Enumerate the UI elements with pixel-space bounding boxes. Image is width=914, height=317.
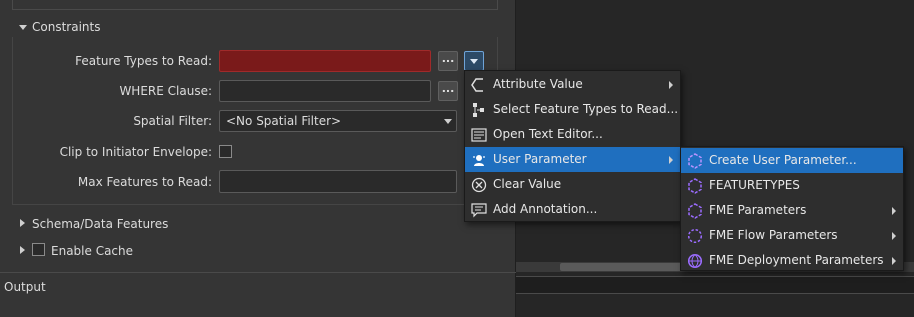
create-parameter-icon bbox=[688, 153, 702, 169]
spatial-filter-select[interactable]: <No Spatial Filter> bbox=[219, 110, 457, 132]
menu-item-clear-value[interactable]: Clear Value bbox=[465, 172, 680, 197]
previous-group-frame bbox=[12, 0, 498, 10]
bottom-panel-strip bbox=[516, 276, 914, 294]
menu-item-label: FME Flow Parameters bbox=[709, 228, 838, 242]
submenu-item-fme-parameters[interactable]: FME Parameters bbox=[681, 198, 903, 223]
submenu-arrow-icon bbox=[669, 81, 673, 89]
menu-item-label: Open Text Editor... bbox=[493, 127, 603, 141]
submenu-item-fme-flow-parameters[interactable]: FME Flow Parameters bbox=[681, 223, 903, 248]
menu-item-label: FEATURETYPES bbox=[709, 178, 800, 192]
menu-item-label: Select Feature Types to Read... bbox=[493, 102, 679, 116]
deployment-parameter-icon bbox=[687, 253, 703, 269]
submenu-arrow-icon bbox=[669, 156, 673, 164]
schema-data-features-header[interactable]: Schema/Data Features bbox=[32, 216, 168, 232]
menu-item-open-text-editor[interactable]: Open Text Editor... bbox=[465, 122, 680, 147]
output-divider bbox=[0, 272, 516, 273]
menu-item-label: FME Parameters bbox=[709, 203, 807, 217]
attribute-value-icon bbox=[471, 78, 483, 92]
feature-types-menu-button[interactable] bbox=[464, 51, 484, 71]
spatial-filter-value: <No Spatial Filter> bbox=[226, 114, 342, 128]
flow-parameter-icon bbox=[687, 228, 703, 244]
annotation-icon bbox=[471, 203, 487, 218]
feature-types-label: Feature Types to Read: bbox=[75, 54, 212, 68]
submenu-item-fme-deployment-parameters[interactable]: FME Deployment Parameters bbox=[681, 248, 903, 273]
menu-item-label: User Parameter bbox=[493, 152, 587, 166]
where-clause-label: WHERE Clause: bbox=[119, 84, 212, 98]
where-clause-field[interactable] bbox=[219, 80, 431, 102]
constraints-header[interactable]: Constraints bbox=[32, 19, 100, 35]
enable-cache-label: Enable Cache bbox=[51, 244, 134, 258]
user-parameter-icon bbox=[473, 155, 485, 166]
constraints-expand-icon[interactable] bbox=[19, 25, 27, 30]
menu-item-add-annotation[interactable]: Add Annotation... bbox=[465, 197, 680, 222]
feature-types-ellipsis-button[interactable]: ... bbox=[438, 51, 458, 71]
clip-envelope-checkbox[interactable] bbox=[219, 145, 232, 158]
parameter-context-menu: Attribute Value Select Feature Types to … bbox=[464, 70, 681, 222]
max-features-field[interactable] bbox=[219, 170, 457, 193]
schema-expand-icon[interactable] bbox=[20, 219, 25, 227]
submenu-arrow-icon bbox=[892, 232, 896, 240]
menu-item-label: Attribute Value bbox=[493, 77, 583, 91]
menu-item-label: Create User Parameter... bbox=[709, 153, 857, 167]
menu-item-attribute-value[interactable]: Attribute Value bbox=[465, 72, 680, 97]
menu-item-label: Clear Value bbox=[493, 177, 562, 191]
parameter-icon bbox=[688, 203, 702, 219]
parameter-icon bbox=[688, 178, 702, 194]
max-features-label: Max Features to Read: bbox=[77, 175, 212, 189]
submenu-arrow-icon bbox=[892, 257, 896, 265]
feature-types-field[interactable] bbox=[219, 50, 431, 72]
text-editor-icon bbox=[471, 128, 487, 142]
select-feature-types-icon bbox=[473, 103, 484, 117]
menu-item-select-feature-types[interactable]: Select Feature Types to Read... bbox=[465, 97, 680, 122]
chevron-down-icon bbox=[470, 59, 478, 64]
menu-item-label: Add Annotation... bbox=[493, 202, 598, 216]
submenu-item-featuretypes[interactable]: FEATURETYPES bbox=[681, 173, 903, 198]
clear-value-icon bbox=[471, 177, 487, 193]
menu-item-label: FME Deployment Parameters bbox=[709, 253, 884, 267]
cache-expand-icon[interactable] bbox=[20, 246, 25, 254]
chevron-down-icon bbox=[444, 119, 452, 124]
enable-cache-checkbox[interactable] bbox=[32, 243, 45, 256]
user-parameter-submenu: Create User Parameter... FEATURETYPES FM… bbox=[680, 146, 904, 271]
spatial-filter-label: Spatial Filter: bbox=[133, 114, 212, 128]
where-clause-ellipsis-button[interactable]: ... bbox=[438, 81, 458, 101]
menu-item-user-parameter[interactable]: User Parameter bbox=[465, 147, 680, 172]
submenu-item-create-user-parameter[interactable]: Create User Parameter... bbox=[681, 148, 903, 173]
output-header: Output bbox=[4, 280, 46, 294]
clip-envelope-label: Clip to Initiator Envelope: bbox=[59, 145, 212, 159]
submenu-arrow-icon bbox=[892, 207, 896, 215]
